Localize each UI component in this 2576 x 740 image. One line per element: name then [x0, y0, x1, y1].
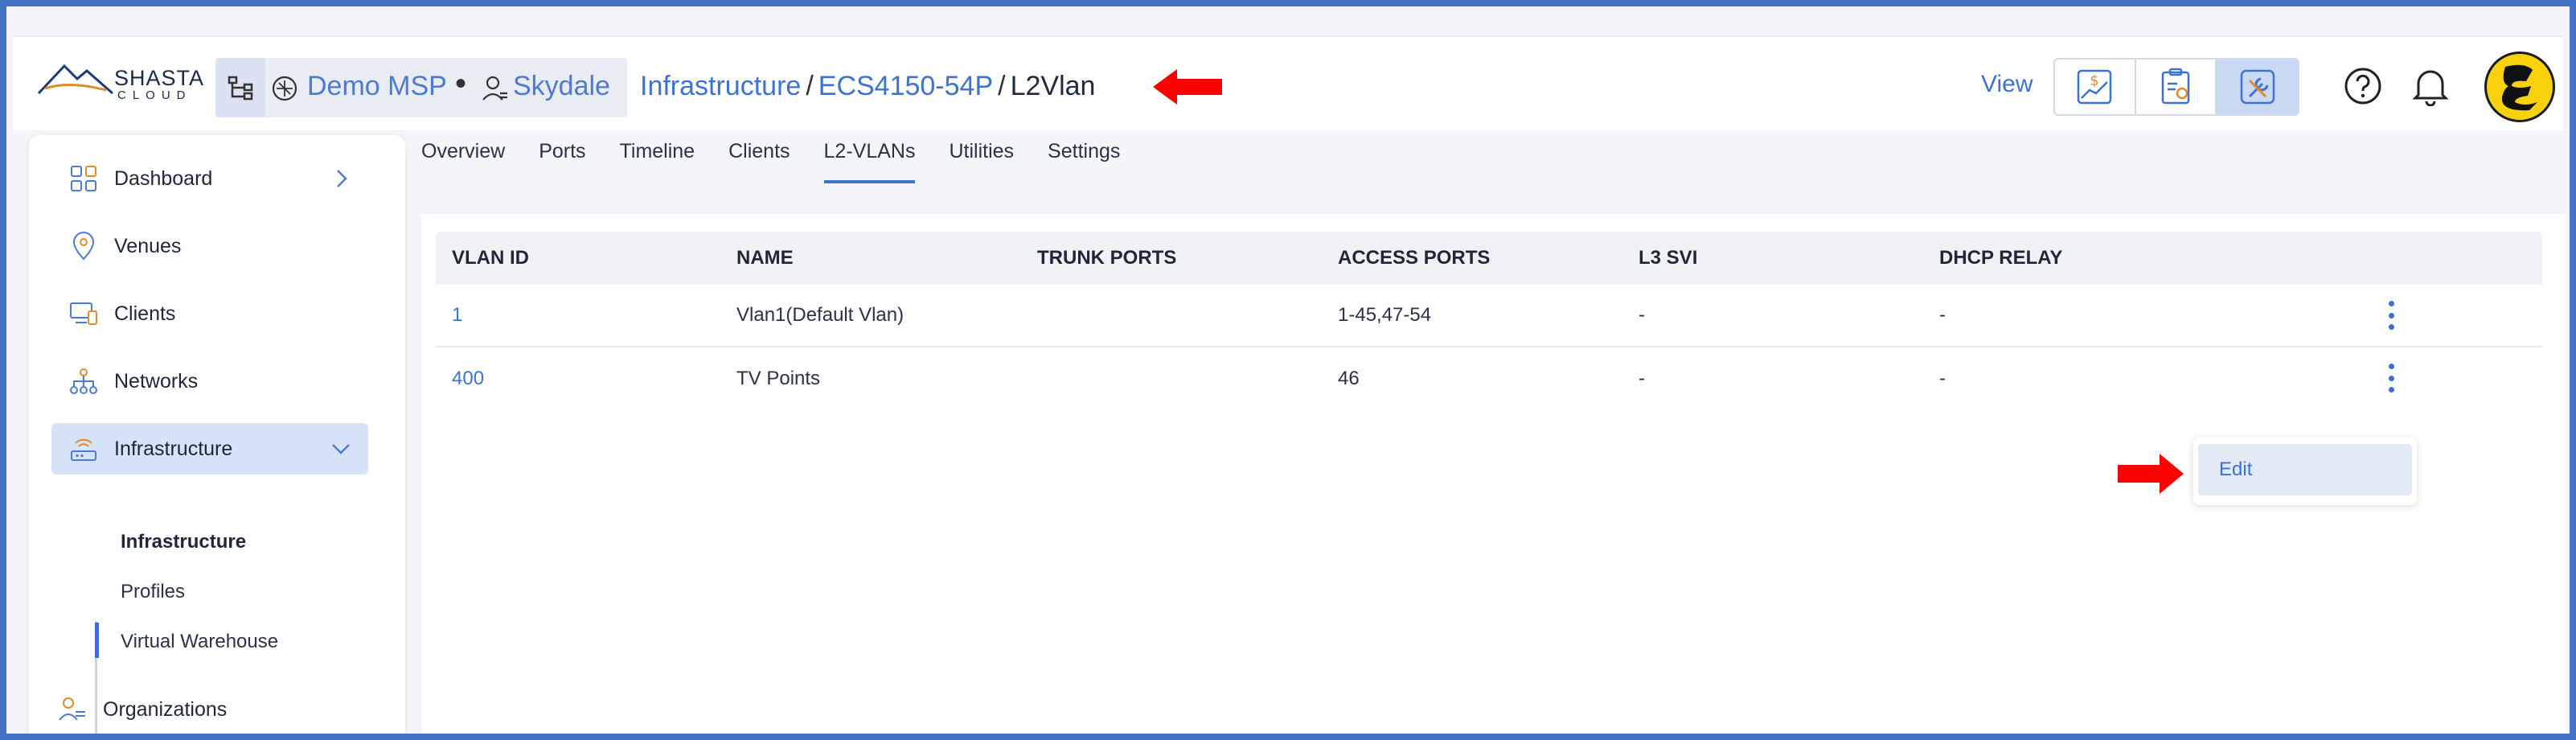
org-name[interactable]: Skydale — [513, 71, 610, 102]
submenu-item-profiles[interactable]: Profiles — [121, 581, 185, 603]
access-ports: 46 — [1338, 368, 1360, 389]
user-avatar[interactable] — [2484, 51, 2555, 122]
column-header-dhcp-relay[interactable]: DHCP RELAY — [1939, 247, 2240, 269]
menu-item-edit[interactable]: Edit — [2198, 444, 2412, 495]
billing-chart-icon: $ — [2078, 69, 2112, 105]
breadcrumb-infrastructure[interactable]: Infrastructure — [640, 71, 801, 101]
tab-l2-vlans[interactable]: L2-VLANs — [823, 135, 915, 183]
view-label: View — [1981, 71, 2033, 97]
vlan-name: Vlan1(Default Vlan) — [736, 304, 904, 326]
dhcp-relay: - — [1939, 368, 1946, 389]
sidebar-item-networks[interactable]: Networks — [51, 356, 368, 407]
sidebar-item-dashboard[interactable]: Dashboard — [51, 153, 368, 204]
submenu-active-indicator — [95, 623, 99, 658]
row-actions-menu: Edit — [2193, 438, 2417, 505]
shasta-cloud-logo[interactable]: SHASTA CLOUD — [37, 56, 206, 105]
users-icon — [56, 693, 88, 726]
submenu-item-infrastructure[interactable]: Infrastructure — [121, 531, 246, 553]
avatar-logo-icon — [2501, 64, 2537, 111]
network-tree-icon — [68, 365, 100, 397]
location-pin-icon — [68, 230, 100, 262]
view-switcher: $ — [2053, 58, 2299, 116]
row-actions-kebab-icon[interactable] — [2386, 301, 2396, 330]
chevron-right-icon — [337, 170, 347, 187]
sidebar-item-clients[interactable]: Clients — [51, 288, 368, 339]
top-header: SHASTA CLOUD Demo MSP • Skydale Infrastr… — [13, 35, 2563, 130]
context-selector[interactable]: Demo MSP • Skydale — [215, 58, 627, 117]
column-header-vlan-id[interactable]: VLAN ID — [436, 247, 736, 269]
sidebar-item-label: Dashboard — [114, 166, 213, 190]
sidebar-item-label: Clients — [114, 302, 176, 325]
sidebar: Dashboard Venues Clients Networks Infras… — [29, 135, 405, 734]
access-ports: 1-45,47-54 — [1338, 304, 1432, 326]
tab-bar: Overview Ports Timeline Clients L2-VLANs… — [421, 135, 1154, 183]
sidebar-item-label: Infrastructure — [114, 437, 233, 460]
tab-ports[interactable]: Ports — [539, 135, 585, 183]
router-icon — [68, 433, 100, 465]
chevron-down-icon — [332, 444, 350, 454]
vlan-table: VLAN ID NAME TRUNK PORTS ACCESS PORTS L3… — [436, 232, 2542, 410]
sidebar-item-infrastructure[interactable]: Infrastructure — [51, 423, 368, 475]
annotation-arrow-left-icon — [1153, 69, 1222, 105]
notification-bell-icon[interactable] — [2412, 64, 2449, 106]
breadcrumb-device[interactable]: ECS4150-54P — [818, 71, 993, 101]
breadcrumb-separator: / — [998, 71, 1006, 101]
table-row: 400 TV Points 46 - - — [436, 347, 2542, 410]
vlan-name: TV Points — [736, 368, 821, 389]
table-header: VLAN ID NAME TRUNK PORTS ACCESS PORTS L3… — [436, 232, 2542, 285]
l3-svi: - — [1639, 304, 1645, 326]
tab-utilities[interactable]: Utilities — [949, 135, 1014, 183]
org-user-icon — [482, 76, 507, 101]
hierarchy-icon — [228, 76, 253, 101]
sidebar-item-organizations[interactable]: Organizations — [40, 684, 357, 734]
dashboard-grid-icon — [68, 162, 100, 195]
breadcrumb-current: L2Vlan — [1010, 71, 1096, 101]
vlan-id-link[interactable]: 1 — [436, 304, 736, 327]
table-row: 1 Vlan1(Default Vlan) 1-45,47-54 - - — [436, 285, 2542, 347]
row-actions-kebab-icon[interactable] — [2386, 364, 2396, 393]
sidebar-item-label: Networks — [114, 369, 199, 393]
column-header-l3-svi[interactable]: L3 SVI — [1639, 247, 1939, 269]
view-report-button[interactable] — [2136, 60, 2217, 114]
l3-svi: - — [1639, 368, 1645, 389]
tab-settings[interactable]: Settings — [1048, 135, 1120, 183]
column-header-trunk-ports[interactable]: TRUNK PORTS — [1037, 247, 1338, 269]
tab-clients[interactable]: Clients — [728, 135, 790, 183]
help-question-icon[interactable] — [2343, 66, 2383, 106]
submenu-item-virtual-warehouse[interactable]: Virtual Warehouse — [121, 631, 278, 653]
tab-overview[interactable]: Overview — [421, 135, 505, 183]
view-billing-button[interactable]: $ — [2055, 60, 2136, 114]
sidebar-item-label: Venues — [114, 234, 182, 257]
svg-text:$: $ — [2090, 72, 2099, 89]
tools-wrench-icon — [2240, 69, 2275, 105]
screenshot-frame: SHASTA CLOUD Demo MSP • Skydale Infrastr… — [0, 0, 2576, 740]
sidebar-item-label: Organizations — [103, 697, 228, 721]
column-header-access-ports[interactable]: ACCESS PORTS — [1338, 247, 1639, 269]
msp-handshake-icon — [272, 76, 297, 101]
hierarchy-toggle[interactable] — [215, 58, 265, 117]
breadcrumb-dot: • — [455, 66, 467, 101]
view-tools-button[interactable] — [2217, 60, 2298, 114]
report-clipboard-icon — [2161, 68, 2190, 105]
sidebar-item-venues[interactable]: Venues — [51, 220, 368, 272]
logo-name: SHASTA — [114, 66, 205, 90]
logo-sub: CLOUD — [117, 88, 192, 102]
msp-name[interactable]: Demo MSP — [307, 71, 447, 102]
tab-timeline[interactable]: Timeline — [620, 135, 695, 183]
app-window: SHASTA CLOUD Demo MSP • Skydale Infrastr… — [13, 35, 2566, 734]
vlan-id-link[interactable]: 400 — [436, 368, 736, 390]
annotation-arrow-right-icon — [2118, 454, 2184, 494]
mountain-logo-icon — [37, 64, 113, 95]
column-header-name[interactable]: NAME — [736, 247, 1037, 269]
devices-icon — [68, 298, 100, 330]
breadcrumb-separator: / — [806, 71, 814, 101]
breadcrumb: Infrastructure / ECS4150-54P / L2Vlan — [640, 71, 1095, 102]
dhcp-relay: - — [1939, 304, 1946, 326]
